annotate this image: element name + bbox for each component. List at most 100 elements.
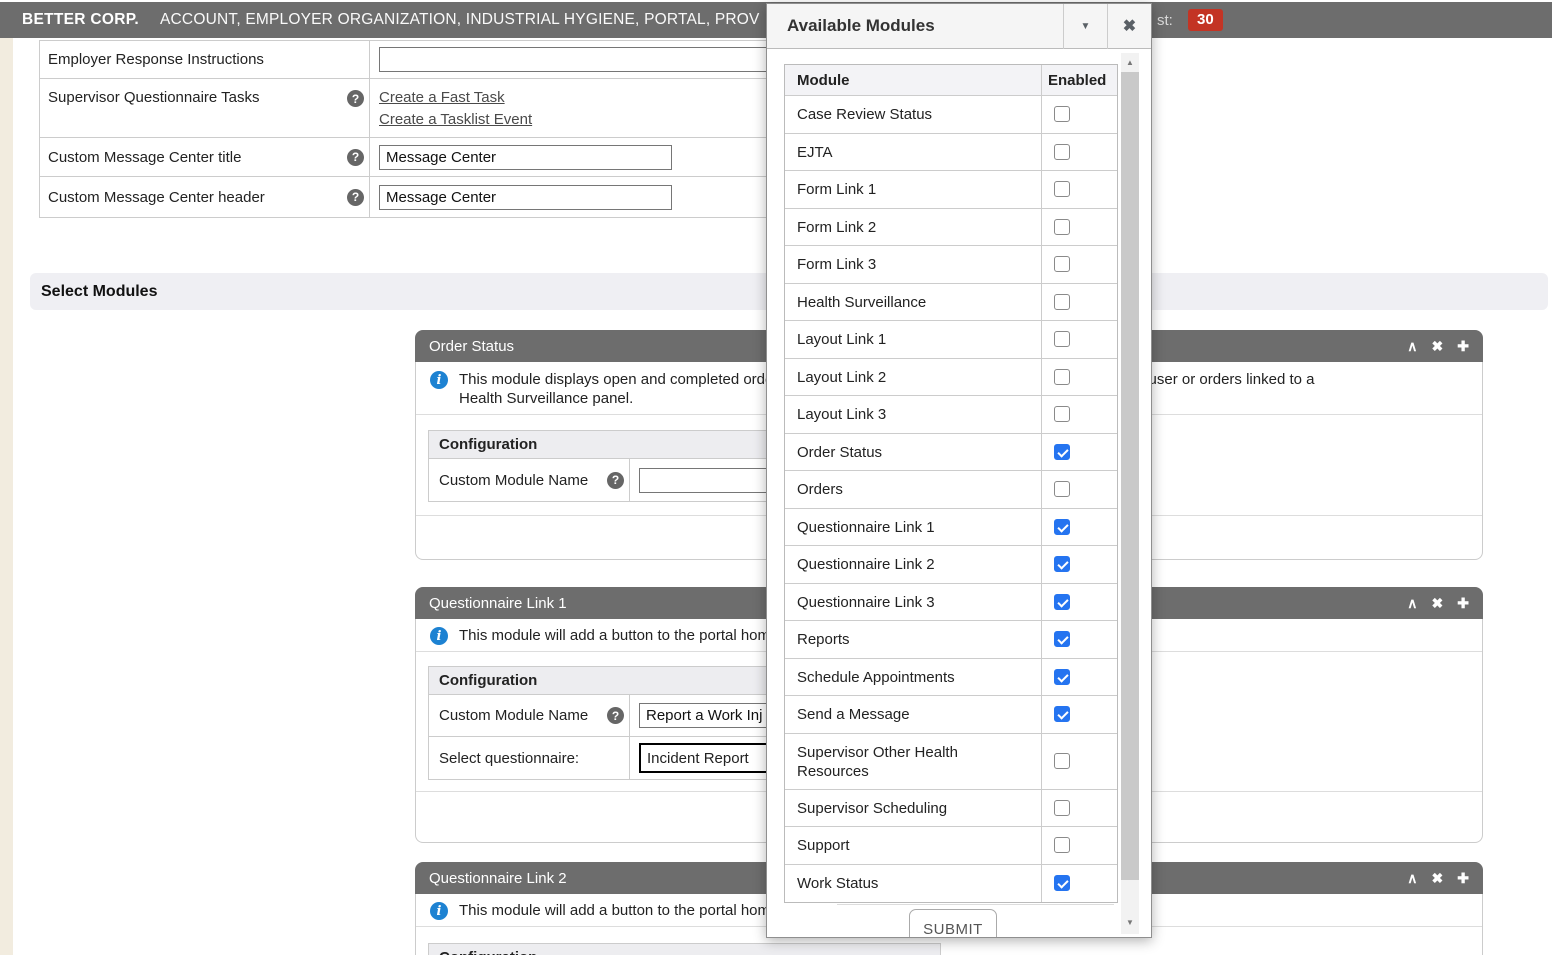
submit-button[interactable]: SUBMIT: [909, 909, 997, 937]
move-panel-icon[interactable]: ✚: [1457, 870, 1469, 887]
module-enabled-checkbox[interactable]: [1054, 106, 1070, 122]
module-row: Questionnaire Link 1: [785, 509, 1117, 547]
module-name: Reports: [785, 621, 1042, 658]
submit-divider: [837, 904, 1114, 905]
module-row: Layout Link 3: [785, 396, 1117, 434]
dialog-content: Module Enabled Case Review Status EJTA F…: [767, 49, 1151, 937]
module-enabled-checkbox[interactable]: [1054, 519, 1070, 535]
topbar-nav[interactable]: ACCOUNT, EMPLOYER ORGANIZATION, INDUSTRI…: [160, 11, 760, 29]
info-icon: i: [430, 627, 448, 645]
module-name: Health Surveillance: [785, 284, 1042, 321]
create-fast-task-link[interactable]: Create a Fast Task: [379, 87, 505, 109]
dialog-title: Available Modules: [787, 16, 1063, 36]
help-icon[interactable]: ?: [347, 189, 364, 206]
help-icon[interactable]: ?: [607, 472, 624, 489]
module-enabled-checkbox[interactable]: [1054, 875, 1070, 891]
module-name: Supervisor Scheduling: [785, 790, 1042, 827]
module-enabled-checkbox[interactable]: [1054, 444, 1070, 460]
configuration-box: Configuration: [428, 943, 941, 955]
chevron-up-icon[interactable]: ∧: [1407, 595, 1417, 612]
scrollbar-thumb[interactable]: [1121, 72, 1139, 880]
move-panel-icon[interactable]: ✚: [1457, 338, 1469, 355]
remove-panel-icon[interactable]: ✖: [1432, 338, 1444, 355]
chevron-up-icon[interactable]: ∧: [1407, 338, 1417, 355]
field-label: Custom Module Name: [439, 707, 588, 724]
info-icon: i: [430, 371, 448, 389]
module-row: Health Surveillance: [785, 284, 1117, 322]
message-center-header-input[interactable]: [379, 185, 672, 210]
scroll-up-icon: ▲: [1126, 58, 1134, 67]
module-name: Form Link 1: [785, 171, 1042, 208]
module-row: Order Status: [785, 434, 1117, 472]
module-enabled-checkbox[interactable]: [1054, 800, 1070, 816]
module-enabled-checkbox[interactable]: [1054, 556, 1070, 572]
module-enabled-checkbox[interactable]: [1054, 753, 1070, 769]
message-center-title-input[interactable]: [379, 145, 672, 170]
section-title: Select Modules: [41, 283, 157, 301]
module-enabled-checkbox[interactable]: [1054, 481, 1070, 497]
module-enabled-checkbox[interactable]: [1054, 181, 1070, 197]
form-label: Employer Response Instructions: [40, 41, 370, 78]
module-enabled-checkbox[interactable]: [1054, 294, 1070, 310]
module-row: Layout Link 1: [785, 321, 1117, 359]
module-name: Case Review Status: [785, 96, 1042, 133]
modules-table: Module Enabled Case Review Status EJTA F…: [784, 64, 1118, 903]
module-row: Form Link 2: [785, 209, 1117, 247]
module-row: Work Status: [785, 865, 1117, 903]
column-header-module: Module: [785, 65, 1042, 95]
dialog-close-button[interactable]: ✖: [1107, 4, 1151, 49]
module-row: Form Link 1: [785, 171, 1117, 209]
form-label: Supervisor Questionnaire Tasks: [48, 89, 260, 106]
configuration-title: Configuration: [429, 944, 940, 955]
remove-panel-icon[interactable]: ✖: [1432, 595, 1444, 612]
move-panel-icon[interactable]: ✚: [1457, 595, 1469, 612]
create-tasklist-event-link[interactable]: Create a Tasklist Event: [379, 109, 532, 131]
module-name: Layout Link 2: [785, 359, 1042, 396]
dialog-scrollbar[interactable]: ▲ ▼: [1121, 53, 1139, 934]
task-count-badge: 30: [1188, 9, 1223, 31]
module-row: Layout Link 2: [785, 359, 1117, 397]
scroll-down-button[interactable]: ▼: [1121, 913, 1139, 932]
module-enabled-checkbox[interactable]: [1054, 219, 1070, 235]
module-name: Send a Message: [785, 696, 1042, 733]
column-header-enabled: Enabled: [1042, 65, 1117, 95]
module-name: Questionnaire Link 1: [785, 509, 1042, 546]
module-enabled-checkbox[interactable]: [1054, 144, 1070, 160]
module-name: Form Link 2: [785, 209, 1042, 246]
module-name: Questionnaire Link 3: [785, 584, 1042, 621]
remove-panel-icon[interactable]: ✖: [1432, 870, 1444, 887]
available-modules-dialog: Available Modules ▼ ✖ Module Enabled Cas…: [766, 3, 1152, 938]
dialog-collapse-button[interactable]: ▼: [1063, 4, 1107, 49]
module-name: Support: [785, 827, 1042, 864]
module-enabled-checkbox[interactable]: [1054, 837, 1070, 853]
brand-logo: BETTER CORP.: [22, 11, 139, 29]
module-enabled-checkbox[interactable]: [1054, 594, 1070, 610]
module-enabled-checkbox[interactable]: [1054, 669, 1070, 685]
dialog-titlebar[interactable]: Available Modules ▼ ✖: [767, 4, 1151, 49]
close-icon: ✖: [1123, 16, 1136, 36]
scroll-down-icon: ▼: [1126, 918, 1134, 927]
field-label: Custom Module Name: [439, 472, 588, 489]
chevron-up-icon[interactable]: ∧: [1407, 870, 1417, 887]
module-name: Layout Link 3: [785, 396, 1042, 433]
module-name: EJTA: [785, 134, 1042, 171]
module-enabled-checkbox[interactable]: [1054, 256, 1070, 272]
module-enabled-checkbox[interactable]: [1054, 331, 1070, 347]
module-enabled-checkbox[interactable]: [1054, 406, 1070, 422]
module-row: Questionnaire Link 2: [785, 546, 1117, 584]
module-name: Order Status: [785, 434, 1042, 471]
module-name: Layout Link 1: [785, 321, 1042, 358]
scroll-up-button[interactable]: ▲: [1121, 53, 1139, 72]
module-row: Supervisor Scheduling: [785, 790, 1117, 828]
help-icon[interactable]: ?: [347, 90, 364, 107]
module-row: EJTA: [785, 134, 1117, 172]
help-icon[interactable]: ?: [607, 707, 624, 724]
module-row: Schedule Appointments: [785, 659, 1117, 697]
tasklist-label: st:: [1157, 12, 1173, 29]
module-enabled-checkbox[interactable]: [1054, 369, 1070, 385]
help-icon[interactable]: ?: [347, 149, 364, 166]
left-edge-strip: [0, 38, 13, 955]
module-enabled-checkbox[interactable]: [1054, 706, 1070, 722]
module-enabled-checkbox[interactable]: [1054, 631, 1070, 647]
module-name: Form Link 3: [785, 246, 1042, 283]
